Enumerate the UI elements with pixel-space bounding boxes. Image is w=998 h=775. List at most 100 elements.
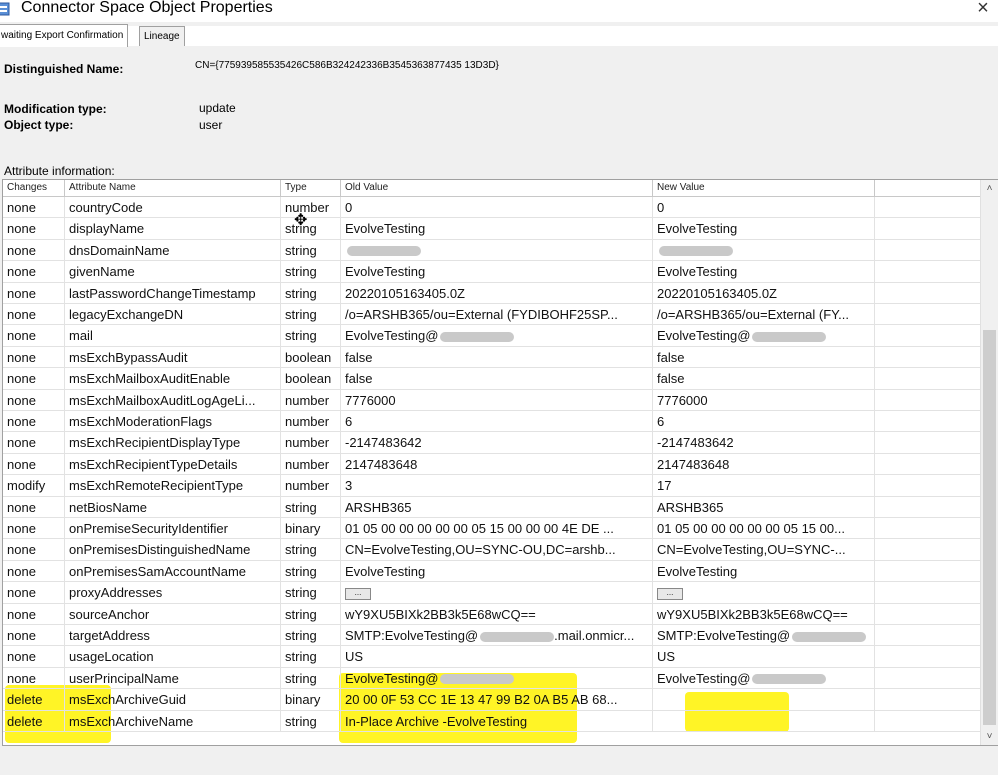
cell-text: 0	[657, 200, 665, 215]
scroll-thumb[interactable]	[983, 330, 996, 725]
table-row[interactable]: none userPrincipalName string EvolveTesting…	[3, 667, 981, 690]
cell-text: string	[285, 670, 317, 686]
column-header-attribute-name[interactable]: Attribute Name	[65, 180, 281, 196]
cell-text: string	[285, 542, 317, 558]
grid-header: Changes Attribute Name Type Old Value Ne…	[3, 180, 981, 197]
table-row[interactable]: none displayName string EvolveTesting Evolve…	[3, 218, 981, 240]
table-row[interactable]: none netBiosName string ARSHB365 ARSHB365	[3, 496, 981, 518]
cell-text: msExchModerationFlags	[69, 414, 213, 429]
table-row[interactable]: none sourceAnchor string wY9XU5BIXk2BB3k5E6…	[3, 603, 981, 625]
vertical-scrollbar[interactable]: ˄ ˅	[980, 180, 998, 745]
cell-text: string	[285, 585, 317, 601]
cell-attribute-name: onPremisesDistinguishedName	[65, 539, 281, 561]
cell-text: -2147483642	[657, 435, 734, 451]
cell-old-value: 20220105163405.0Z	[341, 282, 653, 304]
cell-filler	[875, 539, 981, 561]
table-row[interactable]: none targetAddress string SMTP:EvolveTestin…	[3, 625, 981, 647]
cell-text: 2147483648	[657, 456, 730, 472]
cell-type: string	[281, 539, 341, 561]
cell-text: EvolveTesting	[345, 563, 426, 579]
cell-text: string	[285, 264, 317, 280]
table-row[interactable]: none legacyExchangeDN string/o=ARSHB365/ou…	[3, 304, 981, 326]
cell-text: msExchMailboxAuditLogAgeLi...	[69, 392, 256, 408]
table-row[interactable]: none onPremiseSecurityIdentifier binary 01 …	[3, 518, 981, 540]
ellipsis-button[interactable]: ...	[345, 587, 371, 600]
cell-text: legacyExchangeDN	[69, 307, 184, 322]
cell-old-value: SMTP:EvolveTesting@ .mail.onmicr...	[341, 625, 653, 646]
table-row[interactable]: none proxyAddresses string......	[3, 582, 981, 604]
column-header-new-value[interactable]: New Value	[653, 180, 875, 196]
cell-filler	[875, 453, 981, 475]
ellipsis-button[interactable]: ...	[657, 587, 683, 600]
cell-text: CN=EvolveTesting,OU=SYNC-OU,DC=arshb...	[345, 542, 616, 558]
cell-text: delete	[7, 692, 43, 708]
cell-old-value: US	[341, 646, 653, 668]
cell-text: SMTP:EvolveTesting@	[657, 628, 791, 643]
cell-type: string	[281, 625, 341, 646]
close-button[interactable]: ×	[970, 0, 996, 20]
cell-new-value	[653, 239, 875, 261]
cell-text: usageLocation	[69, 649, 154, 665]
attribute-grid[interactable]: Changes Attribute Name Type Old Value Ne…	[2, 179, 998, 746]
cell-type: string	[281, 710, 341, 732]
table-row[interactable]: none msExchRecipientDisplayType number -214…	[3, 432, 981, 454]
cell-type: string	[281, 239, 341, 261]
cell-change: none	[3, 239, 65, 261]
table-row[interactable]: delete msExchArchiveGuid binary 20 00 0F 53…	[3, 689, 981, 711]
cell-text: string	[285, 307, 317, 322]
column-header-changes[interactable]: Changes	[3, 180, 65, 196]
cell-text: modify	[7, 478, 46, 494]
cell-text: none	[7, 392, 36, 408]
cell-type: string	[281, 582, 341, 604]
scroll-up-arrow-icon[interactable]: ˄	[981, 180, 998, 197]
table-row[interactable]: none lastPasswordChangeTimestamp string 202…	[3, 282, 981, 304]
app-icon	[0, 2, 10, 16]
redacted-value	[480, 631, 555, 642]
table-row[interactable]: none onPremisesSamAccountName string Evolve…	[3, 560, 981, 583]
table-row[interactable]: none countryCode number 0 0	[3, 197, 981, 219]
tab-awaiting-export-confirmation[interactable]: waiting Export Confirmation	[0, 24, 129, 47]
table-row[interactable]: delete msExchArchiveName string In-Place Ar…	[3, 710, 981, 732]
cell-new-value: 0	[653, 197, 875, 218]
cell-text: /o=ARSHB365/ou=External (FY...	[657, 307, 849, 322]
cell-old-value: /o=ARSHB365/ou=External (FYDIBOHF25SP...	[341, 304, 653, 325]
column-header-type[interactable]: Type	[281, 180, 341, 196]
cell-attribute-name: displayName	[65, 218, 281, 240]
cell-text: none	[7, 328, 36, 344]
table-row[interactable]: none usageLocation string US US	[3, 646, 981, 668]
cell-text: boolean	[285, 371, 332, 387]
table-row[interactable]: none mail string EvolveTesting@ EvolveTestin…	[3, 325, 981, 347]
cell-text: boolean	[285, 349, 332, 365]
table-row[interactable]: none givenName string EvolveTesting EvolveTe…	[3, 261, 981, 283]
cell-text: none	[7, 307, 36, 322]
cell-text: number	[285, 414, 330, 429]
cell-change: none	[3, 539, 65, 561]
table-row[interactable]: none onPremisesDistinguishedName string CN=…	[3, 539, 981, 561]
cell-old-value: 3	[341, 475, 653, 497]
cell-filler	[875, 625, 981, 646]
table-row[interactable]: none msExchModerationFlags number 6 6	[3, 411, 981, 433]
cell-old-value: false	[341, 368, 653, 390]
cell-new-value: /o=ARSHB365/ou=External (FY...	[653, 304, 875, 325]
cell-change: none	[3, 582, 65, 604]
table-row[interactable]: none msExchBypassAudit boolean false false	[3, 346, 981, 369]
cell-attribute-name: msExchArchiveName	[65, 710, 281, 732]
redacted-value	[440, 674, 515, 685]
attribute-information-label: Attribute information:	[4, 164, 115, 178]
cell-old-value: wY9XU5BIXk2BB3k5E68wCQ==	[341, 603, 653, 625]
cell-change: none	[3, 368, 65, 390]
scroll-down-arrow-icon[interactable]: ˅	[981, 728, 998, 745]
cell-text: none	[7, 221, 36, 237]
cell-attribute-name: usageLocation	[65, 646, 281, 668]
cell-attribute-name: msExchRecipientTypeDetails	[65, 453, 281, 475]
tab-lineage[interactable]: Lineage	[139, 26, 185, 46]
table-row[interactable]: modify msExchRemoteRecipientType number 3 17	[3, 475, 981, 497]
table-row[interactable]: none msExchMailboxAuditEnable boolean false…	[3, 368, 981, 390]
table-row[interactable]: none msExchMailboxAuditLogAgeLi... number 7…	[3, 389, 981, 411]
column-header-old-value[interactable]: Old Value	[341, 180, 653, 196]
table-row[interactable]: none dnsDomainName string	[3, 239, 981, 262]
cell-type: boolean	[281, 346, 341, 368]
table-row[interactable]: none msExchRecipientTypeDetails number 2147…	[3, 453, 981, 476]
cell-old-value: CN=EvolveTesting,OU=SYNC-OU,DC=arshb...	[341, 539, 653, 561]
cell-change: none	[3, 325, 65, 347]
